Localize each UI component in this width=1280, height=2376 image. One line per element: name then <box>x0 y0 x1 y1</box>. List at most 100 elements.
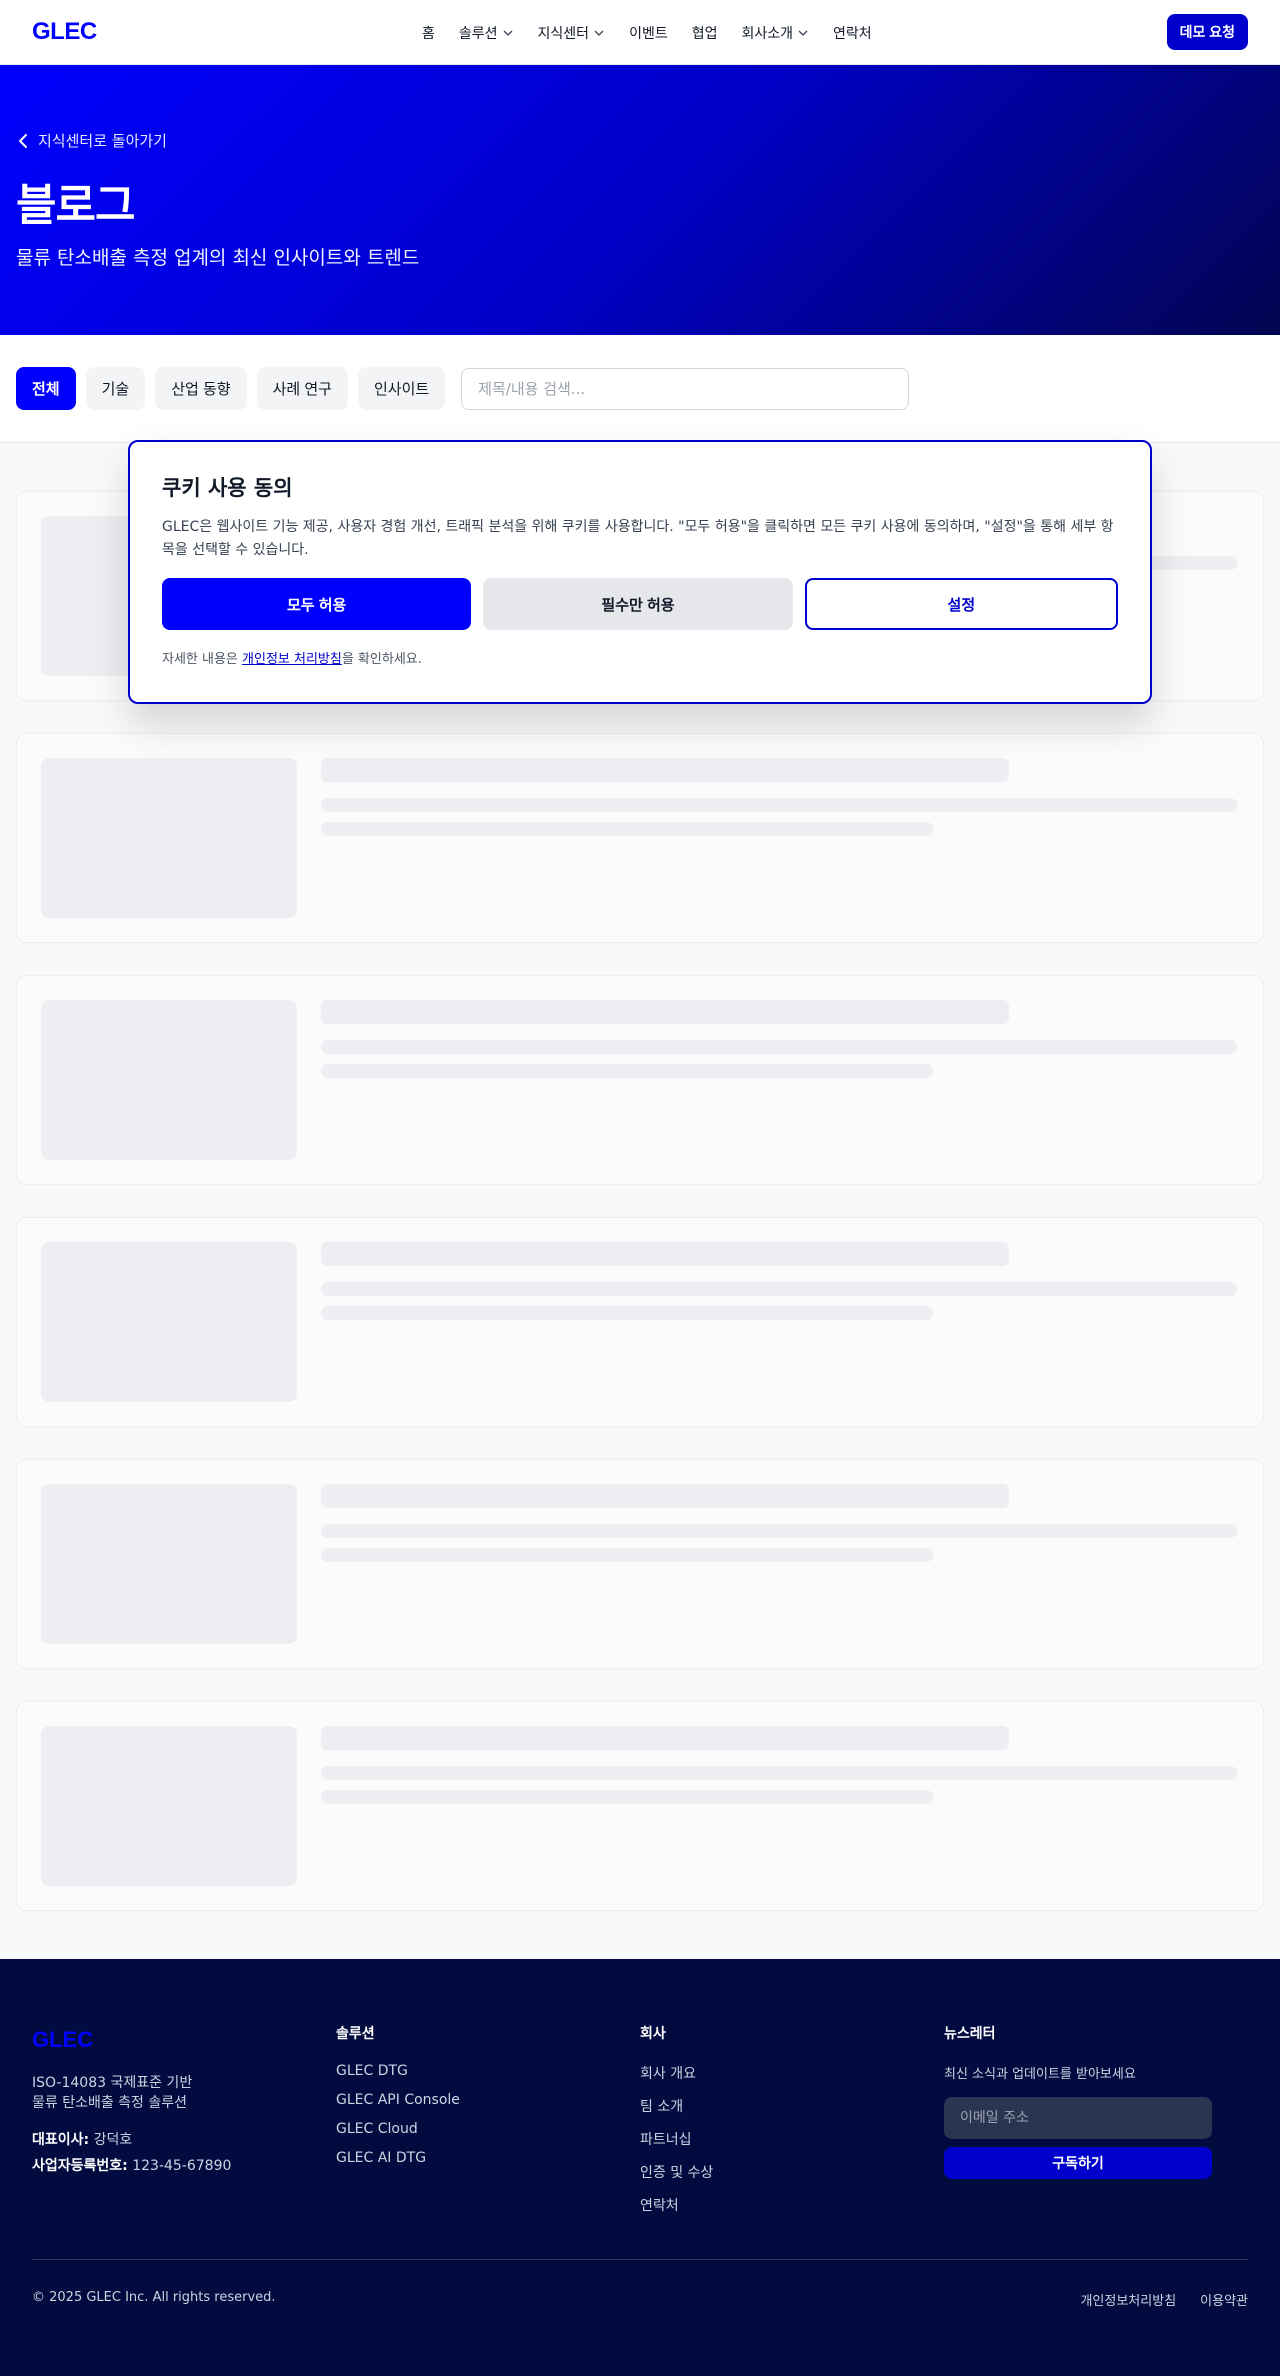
title-placeholder <box>321 758 1009 782</box>
footer-link[interactable]: 회사 개요 <box>640 2063 944 2083</box>
footer-link[interactable]: 팀 소개 <box>640 2096 944 2116</box>
title-placeholder <box>321 1000 1009 1024</box>
title-placeholder <box>321 1726 1009 1750</box>
footer-link[interactable]: 연락처 <box>640 2195 944 2215</box>
text-placeholder <box>321 1524 1237 1538</box>
category-chip[interactable]: 전체 <box>16 367 76 410</box>
footer-company: 회사 회사 개요 팀 소개 파트너십 인증 및 수상 연락처 <box>640 2023 944 2215</box>
thumbnail-placeholder <box>41 1484 297 1644</box>
nav-item[interactable]: 연락처 <box>821 23 884 43</box>
demo-request-button[interactable]: 데모 요청 <box>1166 14 1248 50</box>
main-nav: 홈 솔루션 지식센터 이벤트 협업 회사소개 연락처 <box>410 0 884 65</box>
nav-item-label: 솔루션 <box>458 25 498 42</box>
footer-heading: 솔루션 <box>336 2026 375 2042</box>
nav-item[interactable]: 지식센터 <box>526 23 618 43</box>
text-placeholder <box>321 1790 933 1804</box>
nav-item-label: 홈 <box>422 25 435 42</box>
back-link[interactable]: 지식센터로 돌아가기 <box>18 130 167 151</box>
footer-desc-line: 물류 탄소배출 측정 솔루션 <box>32 2095 188 2111</box>
footer-link[interactable]: GLEC Cloud <box>336 2121 640 2137</box>
category-chip[interactable]: 인사이트 <box>357 367 446 410</box>
post-card-skeleton <box>16 975 1264 1185</box>
post-card-skeleton <box>16 1217 1264 1427</box>
newsletter-subtitle: 최신 소식과 업데이트를 받아보세요 <box>944 2067 1136 2082</box>
nav-item[interactable]: 솔루션 <box>447 23 526 43</box>
ceo-label: 대표이사: <box>32 2132 90 2148</box>
nav-item-label: 이벤트 <box>629 25 668 42</box>
category-chip[interactable]: 산업 동향 <box>155 367 247 410</box>
footer-heading: 뉴스레터 <box>944 2026 996 2042</box>
footer-link[interactable]: GLEC AI DTG <box>336 2150 640 2166</box>
thumbnail-placeholder <box>41 1726 297 1886</box>
post-card-skeleton <box>16 1459 1264 1669</box>
footer-solutions: 솔루션 GLEC DTG GLEC API Console GLEC Cloud GL… <box>336 2023 640 2215</box>
nav-item-label: 연락처 <box>833 25 872 42</box>
cookie-note: 자세한 내용은 개인정보 처리방침을 확인하세요. <box>162 648 1118 667</box>
biz-number-label: 사업자등록번호: <box>32 2158 128 2174</box>
search-input[interactable] <box>461 367 910 410</box>
nav-item[interactable]: 이벤트 <box>617 23 680 43</box>
title-placeholder <box>321 1242 1009 1266</box>
chevron-left-icon <box>19 133 27 148</box>
privacy-policy-link[interactable]: 개인정보 처리방침 <box>242 652 342 667</box>
terms-link[interactable]: 이용약관 <box>1200 2290 1248 2309</box>
site-header: GLEC 홈 솔루션 지식센터 이벤트 협업 회사소개 연락처 데모 요청 <box>0 0 1280 65</box>
nav-item-label: 지식센터 <box>537 25 590 42</box>
company-links: 회사 개요팀 소개파트너십인증 및 수상연락처 <box>640 2063 944 2215</box>
hero-banner: 지식센터로 돌아가기 블로그 물류 탄소배출 측정 업계의 최신 인사이트와 트… <box>0 65 1280 335</box>
text-placeholder <box>321 1548 933 1562</box>
text-placeholder <box>321 1306 933 1320</box>
category-chip[interactable]: 기술 <box>85 367 146 410</box>
newsletter-email-input[interactable] <box>944 2097 1212 2139</box>
footer-divider <box>32 2259 1248 2260</box>
text-placeholder <box>321 1064 933 1078</box>
text-placeholder <box>321 1040 1237 1054</box>
footer-link[interactable]: 파트너십 <box>640 2129 944 2149</box>
chevron-down-icon <box>594 30 604 36</box>
nav-item-label: 회사소개 <box>741 25 793 42</box>
privacy-policy-link[interactable]: 개인정보처리방침 <box>1080 2290 1176 2309</box>
thumbnail-placeholder <box>41 1242 297 1402</box>
nav-item[interactable]: 회사소개 <box>729 23 821 43</box>
text-placeholder <box>321 1282 1237 1296</box>
copyright: © 2025 GLEC Inc. All rights reserved. <box>32 2290 276 2305</box>
nav-item[interactable]: 협업 <box>680 23 730 43</box>
allow-all-button[interactable]: 모두 허용 <box>162 578 472 630</box>
nav-item[interactable]: 홈 <box>410 23 447 43</box>
logo[interactable]: GLEC <box>32 18 97 46</box>
essential-only-button[interactable]: 필수만 허용 <box>483 578 793 630</box>
footer-newsletter: 뉴스레터 최신 소식과 업데이트를 받아보세요 구독하기 <box>944 2023 1248 2215</box>
ceo-value: 강덕호 <box>89 2132 133 2148</box>
thumbnail-placeholder <box>41 1000 297 1160</box>
page-title: 블로그 <box>16 180 135 231</box>
cookie-settings-button[interactable]: 설정 <box>804 578 1118 630</box>
chevron-down-icon <box>503 30 512 36</box>
text-placeholder <box>321 798 1237 812</box>
nav-item-label: 협업 <box>691 25 718 42</box>
cookie-note-prefix: 자세한 내용은 <box>162 652 243 667</box>
footer-desc-line: ISO-14083 국제표준 기반 <box>32 2075 193 2091</box>
cookie-text: GLEC은 웹사이트 기능 제공, 사용자 경험 개선, 트래픽 분석을 위해 … <box>162 519 1114 558</box>
cookie-note-suffix: 을 확인하세요. <box>341 652 422 667</box>
footer-link[interactable]: GLEC API Console <box>336 2092 640 2108</box>
site-footer: GLEC ISO-14083 국제표준 기반 물류 탄소배출 측정 솔루션 대표… <box>0 1959 1280 2376</box>
footer-link[interactable]: 인증 및 수상 <box>640 2162 944 2182</box>
thumbnail-placeholder <box>41 758 297 918</box>
text-placeholder <box>321 822 933 836</box>
back-link-label: 지식센터로 돌아가기 <box>38 132 167 150</box>
solution-links: GLEC DTG GLEC API Console GLEC Cloud GLEC A… <box>336 2063 640 2166</box>
footer-link[interactable]: GLEC DTG <box>336 2063 640 2079</box>
title-placeholder <box>321 1484 1009 1508</box>
footer-description: ISO-14083 국제표준 기반 물류 탄소배출 측정 솔루션 <box>32 2073 336 2113</box>
company-info: 대표이사: 강덕호 사업자등록번호: 123-45-67890 <box>32 2127 336 2179</box>
footer-bottom: © 2025 GLEC Inc. All rights reserved. 개인… <box>32 2290 1248 2309</box>
text-placeholder <box>321 1766 1237 1780</box>
category-chip[interactable]: 사례 연구 <box>256 367 348 410</box>
cookie-title: 쿠키 사용 동의 <box>162 476 293 500</box>
subscribe-button[interactable]: 구독하기 <box>944 2147 1212 2179</box>
footer-brand: GLEC ISO-14083 국제표준 기반 물류 탄소배출 측정 솔루션 대표… <box>32 2023 336 2215</box>
footer-logo[interactable]: GLEC <box>32 2027 336 2053</box>
page-subtitle: 물류 탄소배출 측정 업계의 최신 인사이트와 트렌드 <box>16 247 420 269</box>
filter-bar: 전체 기술 산업 동향 사례 연구 인사이트 <box>0 335 1280 443</box>
category-chips: 전체 기술 산업 동향 사례 연구 인사이트 <box>16 367 446 410</box>
